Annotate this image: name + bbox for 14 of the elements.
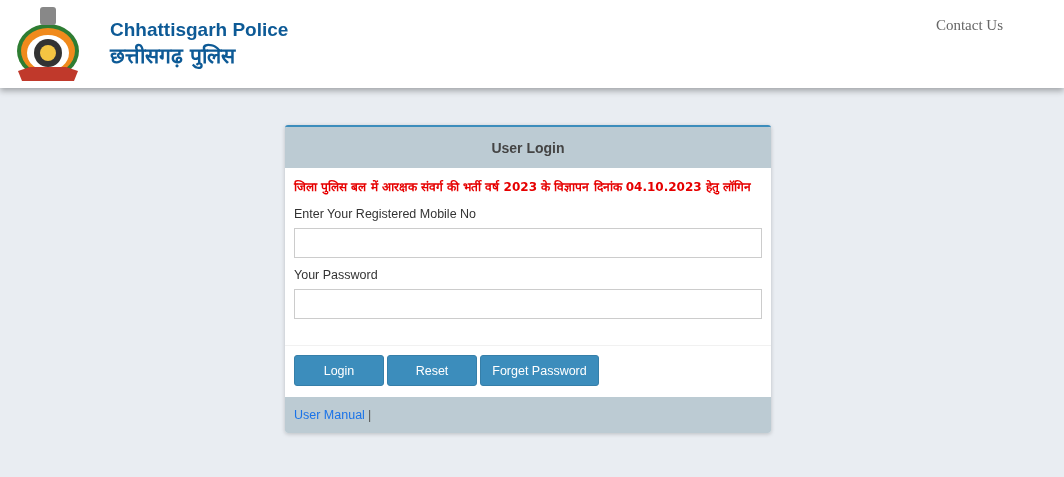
form-button[interactable]: Forget Password	[480, 355, 599, 386]
card-title: User Login	[491, 139, 565, 156]
field-label: Your Password	[294, 268, 379, 282]
separator-text: |	[367, 408, 372, 422]
site-title: Chhattisgarh Police	[110, 18, 289, 42]
nav-link[interactable]: Contact Us	[935, 17, 1003, 33]
site-subtitle: छत्तीसगढ़ पुलिस	[110, 42, 237, 70]
form-button[interactable]: Reset	[387, 355, 477, 386]
input-field[interactable]	[294, 289, 762, 319]
notice-text: जिला पुलिस बल में आरक्षक संवर्ग की भर्ती वर्ष 2023 के विज्ञापन दिनांक 04.10.2023 हेतु लॉगिन	[294, 179, 752, 195]
input-field[interactable]	[294, 228, 762, 258]
form-button[interactable]: Login	[294, 355, 384, 386]
user-manual-link[interactable]: User Manual	[294, 408, 365, 422]
field-label: Enter Your Registered Mobile No	[294, 207, 478, 221]
